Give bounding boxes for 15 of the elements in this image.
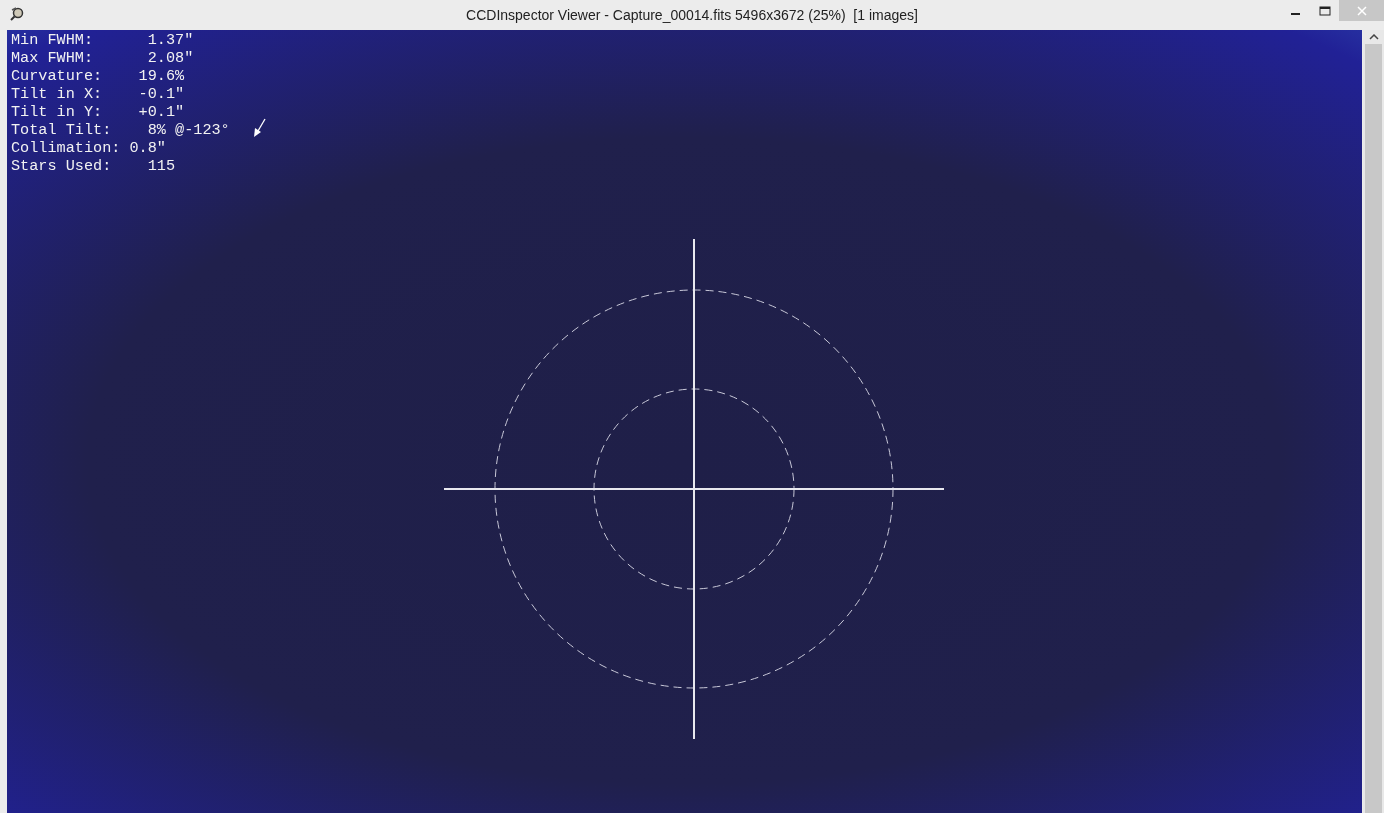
magnifier-icon bbox=[10, 6, 25, 21]
scrollbar-thumb[interactable] bbox=[1365, 44, 1382, 813]
stat-line: Collimation: 0.8" bbox=[11, 139, 167, 157]
stat-line: Max FWHM: 2.08" bbox=[11, 49, 195, 67]
minimize-icon bbox=[1291, 12, 1300, 15]
stat-line: Tilt in X: -0.1" bbox=[11, 85, 186, 103]
stat-line: Total Tilt: 8% @-123° bbox=[11, 121, 230, 139]
stat-line: Min FWHM: 1.37" bbox=[11, 31, 195, 49]
window-title: CCDInspector Viewer - Capture_00014.fits 5496x3672 (25%) [1 images] bbox=[466, 7, 918, 23]
maximize-icon bbox=[1318, 5, 1331, 16]
stat-line: Tilt in Y: +0.1" bbox=[11, 103, 186, 121]
stat-line: Curvature: 19.6% bbox=[11, 67, 186, 85]
stat-line: Stars Used: 115 bbox=[11, 157, 177, 175]
close-icon bbox=[1356, 5, 1367, 16]
tilt-arrow-icon bbox=[253, 118, 267, 138]
